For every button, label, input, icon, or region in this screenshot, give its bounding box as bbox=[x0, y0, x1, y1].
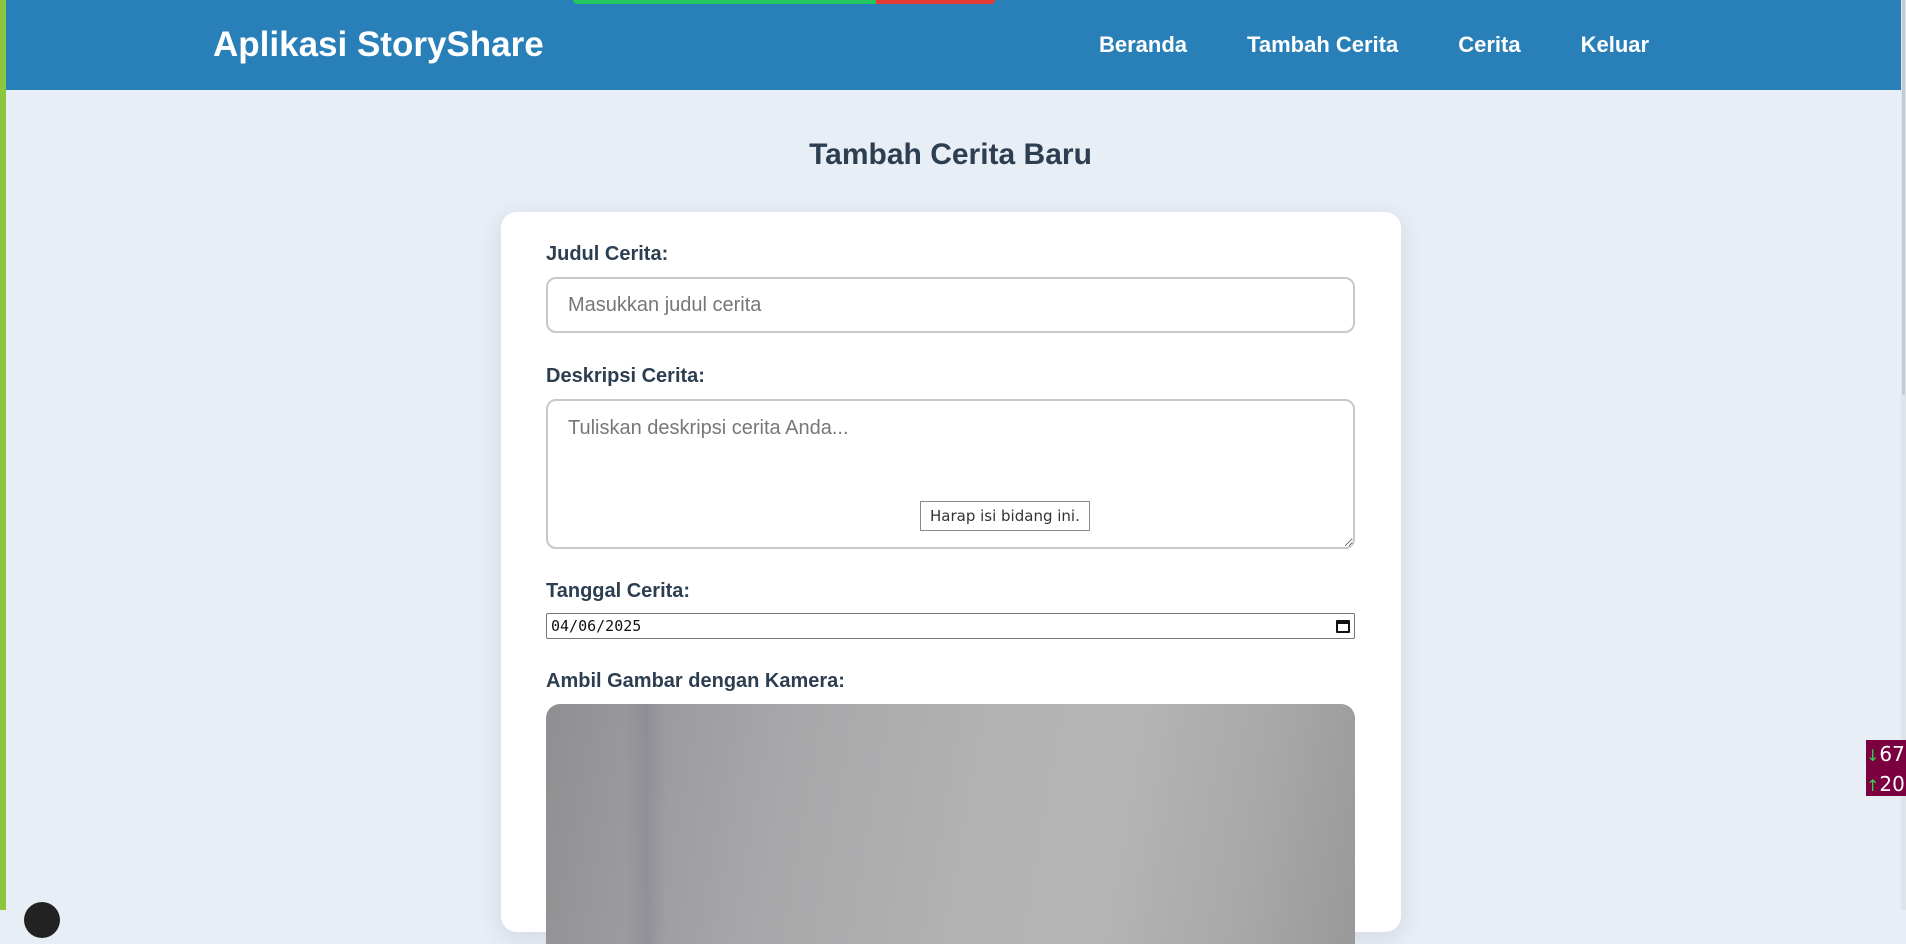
title-label: Judul Cerita: bbox=[546, 243, 669, 265]
nav-links: Beranda Tambah Cerita Cerita Keluar bbox=[1099, 30, 1709, 60]
network-speed-widget: ↓67 ↑20 bbox=[1866, 740, 1906, 796]
date-value: 04/06/2025 bbox=[551, 617, 642, 635]
upload-speed-row: ↑20 bbox=[1866, 770, 1906, 796]
arrow-down-icon: ↓ bbox=[1866, 746, 1880, 765]
progress-segment-green bbox=[573, 0, 876, 4]
page-title: Tambah Cerita Baru bbox=[809, 138, 1092, 171]
left-edge-accent bbox=[0, 0, 6, 910]
calendar-icon[interactable] bbox=[1336, 619, 1350, 633]
scrollbar-thumb[interactable] bbox=[1902, 0, 1905, 395]
nav-link-beranda[interactable]: Beranda bbox=[1099, 30, 1187, 60]
upload-speed: 20 bbox=[1879, 772, 1905, 796]
app-brand[interactable]: Aplikasi StoryShare bbox=[213, 24, 544, 66]
date-label: Tanggal Cerita: bbox=[546, 580, 691, 602]
download-speed: 67 bbox=[1879, 742, 1905, 766]
title-input[interactable] bbox=[546, 277, 1355, 333]
nav-link-keluar[interactable]: Keluar bbox=[1581, 30, 1649, 60]
navbar: Aplikasi StoryShare Beranda Tambah Cerit… bbox=[6, 0, 1901, 90]
camera-preview bbox=[546, 704, 1355, 944]
arrow-up-icon: ↑ bbox=[1866, 776, 1880, 795]
camera-preview-shadow bbox=[626, 704, 666, 944]
progress-segment-red bbox=[876, 0, 995, 4]
nav-link-cerita[interactable]: Cerita bbox=[1458, 30, 1520, 60]
top-progress-bar bbox=[573, 0, 995, 4]
description-label: Deskripsi Cerita: bbox=[546, 365, 705, 387]
camera-label: Ambil Gambar dengan Kamera: bbox=[546, 670, 845, 692]
validation-tooltip: Harap isi bidang ini. bbox=[920, 501, 1090, 531]
floating-button[interactable] bbox=[24, 902, 60, 938]
date-input[interactable]: 04/06/2025 bbox=[546, 613, 1355, 639]
add-story-form: Judul Cerita: Deskripsi Cerita: Harap is… bbox=[501, 212, 1401, 944]
nav-link-tambah-cerita[interactable]: Tambah Cerita bbox=[1247, 30, 1398, 60]
download-speed-row: ↓67 bbox=[1866, 740, 1906, 770]
